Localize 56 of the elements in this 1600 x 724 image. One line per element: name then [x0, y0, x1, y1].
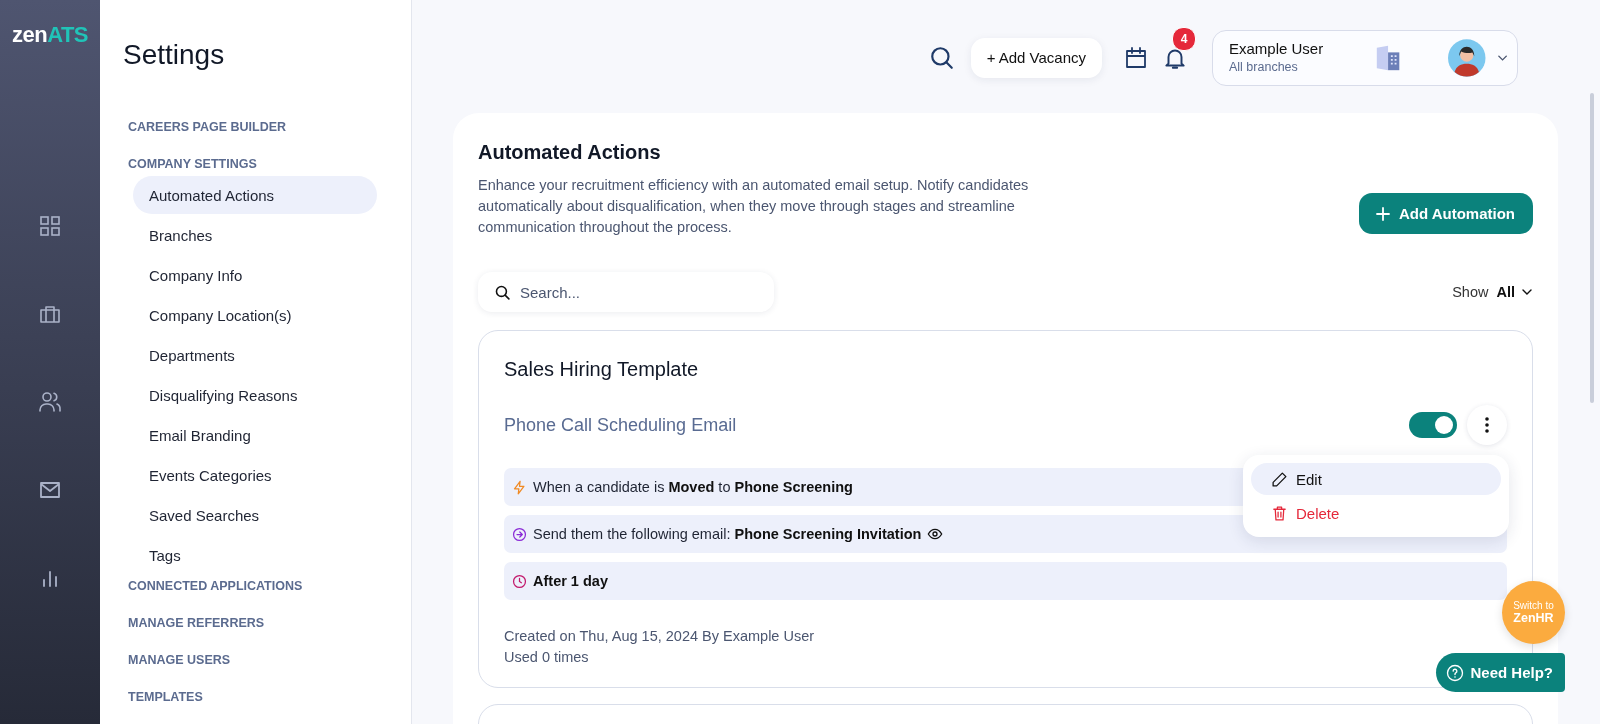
- question-icon: [1446, 663, 1465, 682]
- menu-option[interactable]: Edit: [1251, 463, 1501, 495]
- menu-item[interactable]: Events Categories: [133, 456, 377, 494]
- clock-icon: [512, 573, 527, 589]
- show-label: Show: [1452, 284, 1489, 300]
- scrollbar[interactable]: [1590, 93, 1594, 403]
- menu-item[interactable]: Departments: [133, 336, 377, 374]
- step-text: Send them the following email: Phone Screening Invitation: [533, 526, 922, 542]
- menu-item[interactable]: Disqualifying Reasons: [133, 376, 377, 414]
- section-link[interactable]: MANAGE REFERRERS: [128, 613, 265, 633]
- kebab-icon: [1485, 417, 1489, 433]
- step-text: After 1 day: [533, 573, 608, 589]
- menu-item[interactable]: Tags: [133, 536, 377, 574]
- search-icon[interactable]: [928, 44, 955, 71]
- branch-label: All branches: [1229, 59, 1299, 76]
- menu-item[interactable]: Company Location(s): [133, 296, 377, 334]
- menu-item[interactable]: Saved Searches: [133, 496, 377, 534]
- avatar[interactable]: [1448, 37, 1486, 78]
- menu-option[interactable]: Delete: [1251, 497, 1501, 529]
- more-options-button[interactable]: [1467, 405, 1507, 445]
- arrow-circle-icon: [512, 526, 527, 542]
- help-button[interactable]: Need Help?: [1436, 653, 1565, 692]
- plus-icon: [1374, 205, 1391, 222]
- page-description: Enhance your recruitment efficiency with an automated email setup. Notify candidates automatically about disqualification, when they move through stages and streamline communication throughout the process.: [478, 176, 1030, 237]
- users-icon[interactable]: [38, 390, 62, 414]
- menu-item[interactable]: Email Branding: [133, 416, 377, 454]
- page-title: Automated Actions: [478, 140, 662, 165]
- section-link[interactable]: COMPANY SETTINGS: [128, 154, 257, 174]
- trash-icon: [1271, 504, 1288, 522]
- user-menu[interactable]: Example User All branches: [1212, 29, 1518, 86]
- search-field[interactable]: Search...: [478, 272, 774, 312]
- menu-item[interactable]: Automated Actions: [133, 176, 377, 214]
- lightning-icon: [512, 479, 527, 495]
- step-text: When a candidate is Moved to Phone Screening: [533, 479, 853, 495]
- calendar-icon[interactable]: [1124, 45, 1148, 70]
- pencil-icon: [1271, 470, 1288, 488]
- menu-item[interactable]: Branches: [133, 216, 377, 254]
- automation-name: Phone Call Scheduling Email: [504, 414, 737, 436]
- logo[interactable]: zenATS: [11, 22, 89, 48]
- toggle-switch[interactable]: [1409, 412, 1457, 438]
- section-link[interactable]: CONNECTED APPLICATIONS: [128, 576, 303, 596]
- settings-title: Settings: [123, 38, 226, 72]
- user-name: Example User: [1229, 39, 1325, 58]
- section-link[interactable]: MANAGE USERS: [128, 650, 231, 670]
- show-filter-dropdown[interactable]: All: [1496, 284, 1533, 300]
- eye-icon[interactable]: [927, 526, 944, 542]
- created-info: Created on Thu, Aug 15, 2024 By Example User: [504, 627, 816, 646]
- add-automation-button[interactable]: Add Automation: [1358, 193, 1533, 234]
- grid-icon[interactable]: [38, 214, 62, 238]
- section-link[interactable]: TEMPLATES: [128, 687, 203, 707]
- template-title: Sales Hiring Template: [504, 357, 700, 382]
- usage-count: Used 0 times: [504, 648, 590, 667]
- section-link[interactable]: CAREERS PAGE BUILDER: [128, 117, 287, 137]
- menu-item[interactable]: Company Info: [133, 256, 377, 294]
- add-vacancy-button[interactable]: + Add Vacancy: [970, 37, 1102, 78]
- notification-count: 4: [1172, 26, 1196, 51]
